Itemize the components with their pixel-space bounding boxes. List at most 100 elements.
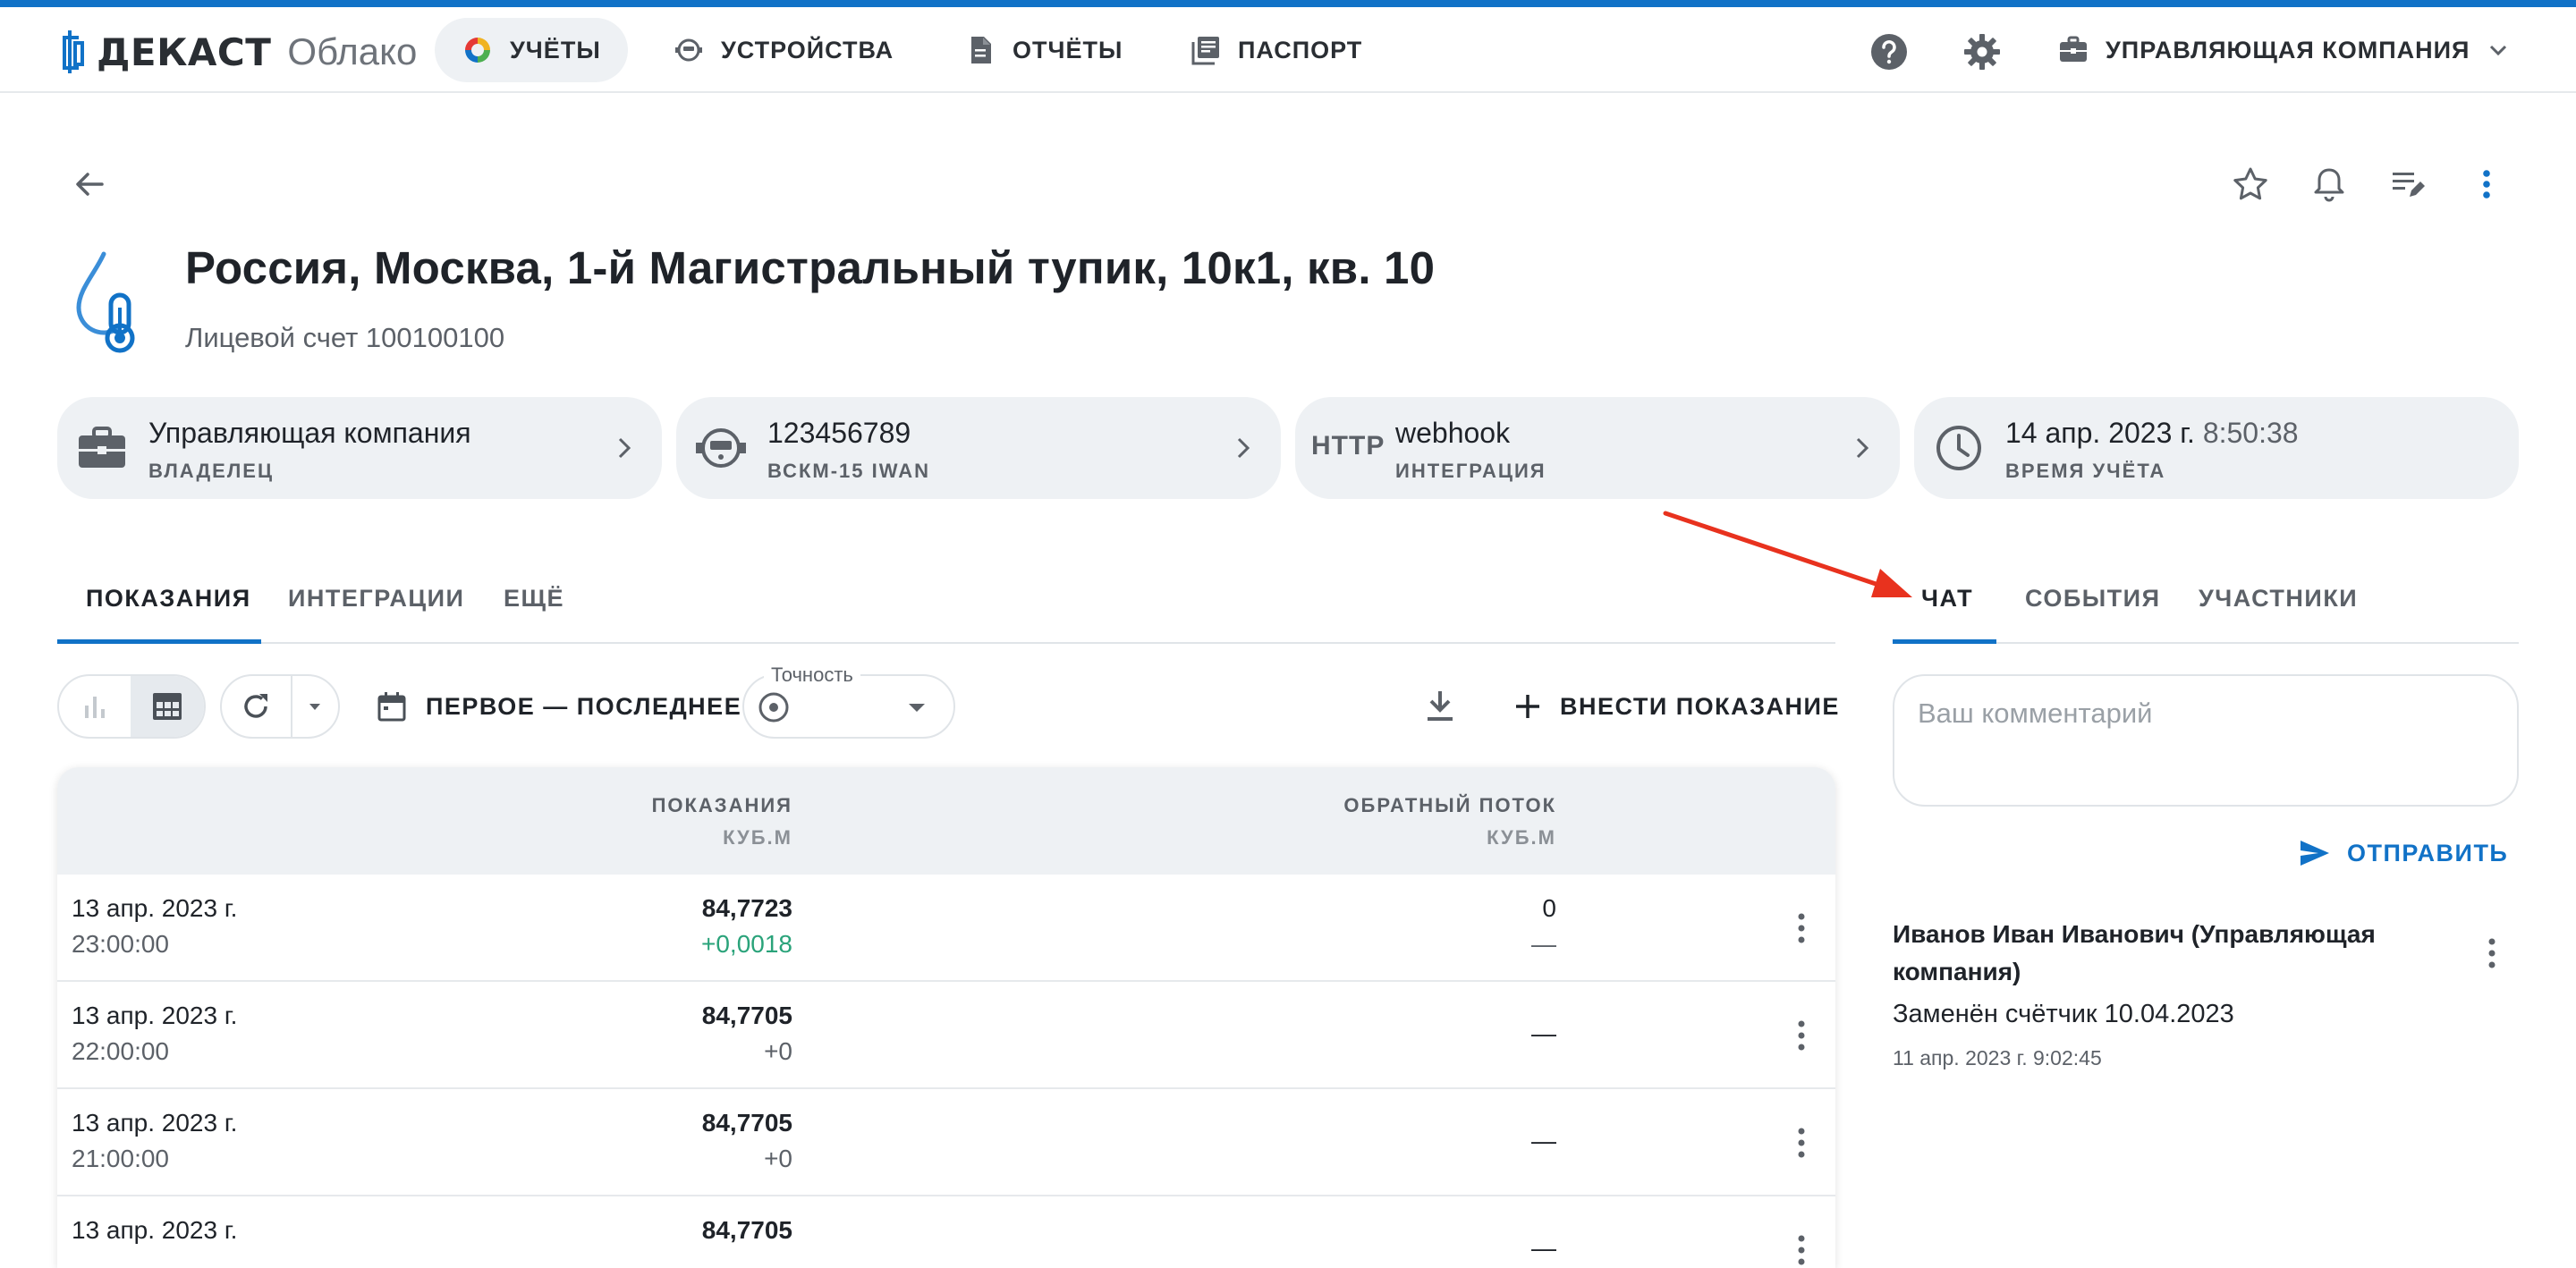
table-row[interactable]: 13 апр. 2023 г. 21:00:00 84,7705 +0 —	[57, 1089, 1835, 1196]
row-value: 84,7705	[701, 1002, 792, 1029]
gear-icon[interactable]	[1962, 32, 2002, 72]
tab-indicator	[1893, 639, 1996, 644]
card-main-text: 14 апр. 2023 г. 8:50:38	[2005, 417, 2299, 450]
http-icon: HTTP	[1311, 431, 1385, 461]
help-icon[interactable]	[1869, 32, 1909, 72]
edit-list-icon[interactable]	[2388, 165, 2428, 204]
more-vertical-icon[interactable]	[2467, 165, 2506, 204]
nav-item-ustroystva[interactable]: УСТРОЙСТВА	[646, 18, 920, 82]
row-reverse-delta: —	[1531, 930, 1556, 958]
nav-item-label: УСТРОЙСТВА	[721, 36, 894, 63]
calendar-icon	[377, 692, 406, 722]
message-text: Заменён счётчик 10.04.2023	[1893, 1000, 2234, 1028]
meter-icon	[675, 38, 702, 62]
period-selector[interactable]: ПЕРВОЕ — ПОСЛЕДНЕЕ	[376, 687, 741, 726]
column-header-readings[interactable]: ПОКАЗАНИЯ	[652, 794, 792, 817]
table-row[interactable]: 13 апр. 2023 г. 84,7705 —	[57, 1196, 1835, 1268]
more-vertical-icon[interactable]	[1785, 1018, 1818, 1053]
view-toggle	[57, 674, 206, 739]
row-reverse: —	[1531, 1019, 1556, 1047]
card-sub-text: ВЛАДЕЛЕЦ	[148, 460, 275, 482]
device-card[interactable]: 123456789 ВСКМ-15 IWAN	[676, 397, 1281, 499]
bell-icon[interactable]	[2309, 165, 2349, 204]
company-selector-label: УПРАВЛЯЮЩАЯ КОМПАНИЯ	[2106, 36, 2470, 63]
logo-sub: Облако	[287, 30, 418, 72]
send-icon	[2301, 841, 2329, 866]
table-icon	[153, 693, 182, 720]
add-reading-label: ВНЕСТИ ПОКАЗАНИЕ	[1560, 692, 1840, 720]
precision-dot-icon	[758, 692, 789, 723]
top-accent-line	[0, 0, 2576, 7]
side-panel-tabs: ЧАТ СОБЫТИЯ УЧАСТНИКИ	[1893, 554, 2519, 644]
app-logo[interactable]: ДЕКАСТ Облако	[57, 29, 417, 75]
readings-table: ПОКАЗАНИЯ КУБ.М ОБРАТНЫЙ ПОТОК КУБ.М 13 …	[57, 767, 1835, 1268]
tab-eshche[interactable]: ЕЩЁ	[504, 585, 564, 613]
table-row[interactable]: 13 апр. 2023 г. 23:00:00 84,7723 +0,0018…	[57, 875, 1835, 982]
table-row[interactable]: 13 апр. 2023 г. 22:00:00 84,7705 +0 —	[57, 982, 1835, 1089]
row-date: 13 апр. 2023 г.	[72, 1216, 238, 1244]
plus-icon	[1516, 695, 1539, 718]
column-header-reverse-flow[interactable]: ОБРАТНЫЙ ПОТОК	[1343, 794, 1556, 817]
more-vertical-icon[interactable]	[1785, 1232, 1818, 1268]
refresh-button[interactable]	[222, 676, 292, 737]
tab-sobytiya[interactable]: СОБЫТИЯ	[2025, 585, 2160, 613]
nav-item-label: ОТЧЁТЫ	[1013, 36, 1123, 63]
download-icon[interactable]	[1420, 687, 1460, 726]
tab-chat[interactable]: ЧАТ	[1921, 585, 1973, 613]
company-selector[interactable]: УПРАВЛЯЮЩАЯ КОМПАНИЯ	[2057, 18, 2511, 82]
card-sub-text: ВСКМ-15 IWAN	[767, 460, 931, 482]
nav-item-pasport[interactable]: ПАСПОРТ	[1163, 18, 1389, 82]
nav-item-otchety[interactable]: ОТЧЁТЫ	[937, 18, 1149, 82]
precision-label: Точность	[764, 664, 860, 687]
row-time: 23:00:00	[72, 930, 169, 958]
period-label: ПЕРВОЕ — ПОСЛЕДНЕЕ	[426, 692, 742, 720]
column-unit-readings: КУБ.М	[723, 826, 792, 849]
nav-item-label: ПАСПОРТ	[1238, 36, 1363, 63]
back-arrow-icon[interactable]	[70, 165, 109, 204]
owner-card[interactable]: Управляющая компания ВЛАДЕЛЕЦ	[57, 397, 662, 499]
readings-tabs: ПОКАЗАНИЯ ИНТЕГРАЦИИ ЕЩЁ	[57, 554, 1835, 644]
row-delta: +0	[764, 1145, 792, 1172]
more-vertical-icon[interactable]	[1785, 1125, 1818, 1161]
row-reverse: 0	[1542, 894, 1556, 922]
send-button[interactable]: ОТПРАВИТЬ	[2297, 835, 2508, 871]
row-reverse: —	[1531, 1234, 1556, 1262]
nav-item-uchety[interactable]: УЧЁТЫ	[435, 18, 628, 82]
comment-placeholder: Ваш комментарий	[1918, 697, 2153, 729]
comment-input[interactable]: Ваш комментарий	[1893, 674, 2519, 807]
row-delta: +0,0018	[701, 930, 792, 958]
document-icon	[971, 37, 991, 63]
more-vertical-icon[interactable]	[1785, 910, 1818, 946]
nav-item-label: УЧЁТЫ	[510, 36, 601, 63]
card-sub-text: ИНТЕГРАЦИЯ	[1395, 460, 1546, 482]
card-main-text: 123456789	[767, 417, 911, 449]
row-delta: +0	[764, 1037, 792, 1065]
tab-uchastniki[interactable]: УЧАСТНИКИ	[2199, 585, 2358, 613]
chart-view-button[interactable]	[59, 676, 131, 737]
row-date: 13 апр. 2023 г.	[72, 1109, 238, 1137]
row-time: 22:00:00	[72, 1037, 169, 1065]
card-main-text: webhook	[1395, 417, 1511, 449]
more-vertical-icon[interactable]	[2476, 935, 2508, 971]
water-meter-icon	[696, 428, 746, 468]
clock-icon	[1936, 426, 1981, 470]
row-value: 84,7705	[701, 1216, 792, 1244]
integration-card[interactable]: HTTP webhook ИНТЕГРАЦИЯ	[1295, 397, 1900, 499]
card-main-text: Управляющая компания	[148, 417, 471, 449]
page-subtitle: Лицевой счет 100100100	[185, 322, 505, 353]
precision-select[interactable]: Точность	[742, 664, 955, 739]
bar-chart-icon	[85, 697, 106, 718]
add-reading-button[interactable]: ВНЕСТИ ПОКАЗАНИЕ	[1512, 687, 1840, 726]
star-icon[interactable]	[2231, 165, 2270, 204]
tab-pokazaniya[interactable]: ПОКАЗАНИЯ	[86, 585, 251, 613]
top-navigation-bar: ДЕКАСТ Облако УЧЁТЫ УСТРОЙСТВА ОТЧЁТЫ ПА…	[0, 7, 2576, 93]
row-time: 21:00:00	[72, 1145, 169, 1172]
accounting-time: 8:50:38	[2202, 417, 2299, 449]
accounting-time-card: 14 апр. 2023 г. 8:50:38 ВРЕМЯ УЧЁТА	[1914, 397, 2519, 499]
refresh-options-button[interactable]	[292, 676, 338, 737]
table-view-button[interactable]	[131, 676, 204, 737]
chevron-right-icon	[1237, 437, 1250, 459]
message-author: Иванов Иван Иванович (Управляющая компан…	[1893, 920, 2376, 985]
message-date: 11 апр. 2023 г. 9:02:45	[1893, 1046, 2102, 1069]
tab-integratsii[interactable]: ИНТЕГРАЦИИ	[288, 585, 464, 613]
